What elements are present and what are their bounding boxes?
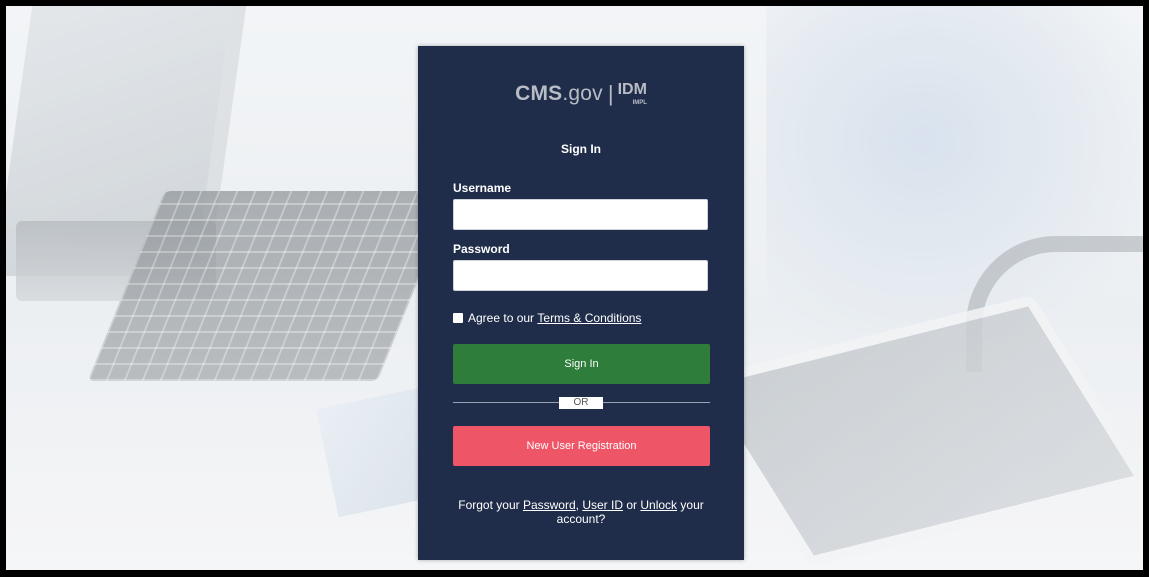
username-label: Username: [453, 181, 512, 195]
cms-idm-logo: CMS.gov | IDM IMPL: [418, 74, 744, 114]
forgot-prefix: Forgot your: [458, 498, 520, 512]
sign-in-button[interactable]: Sign In: [453, 344, 710, 384]
forgot-password-link[interactable]: Password: [523, 498, 576, 512]
agree-label: Agree to our: [468, 311, 535, 325]
password-label: Password: [453, 242, 510, 256]
logo-brand: CMS.gov: [515, 82, 603, 105]
terms-agreement: Agree to our Terms & Conditions: [453, 311, 641, 325]
password-input[interactable]: [453, 260, 708, 291]
logo-separator: |: [607, 81, 614, 106]
logo-environment: IMPL: [632, 100, 647, 106]
login-card: CMS.gov | IDM IMPL Sign In Username Passw…: [418, 46, 744, 560]
forgot-userid-link[interactable]: User ID: [582, 498, 623, 512]
terms-link[interactable]: Terms & Conditions: [537, 311, 641, 325]
logo-product: IDM IMPL: [617, 81, 647, 107]
or-label: OR: [559, 397, 603, 409]
or-divider: OR: [453, 397, 710, 409]
new-user-registration-button[interactable]: New User Registration: [453, 426, 710, 466]
unlock-account-link[interactable]: Unlock: [640, 498, 677, 512]
forgot-comma: ,: [575, 498, 579, 512]
sign-in-title: Sign In: [561, 142, 601, 156]
forgot-credentials-text: Forgot your Password, User ID or Unlock …: [438, 498, 724, 526]
page-frame: CMS.gov | IDM IMPL Sign In Username Passw…: [6, 6, 1143, 570]
terms-checkbox[interactable]: [453, 313, 463, 323]
forgot-or: or: [626, 498, 638, 512]
username-input[interactable]: [453, 199, 708, 230]
